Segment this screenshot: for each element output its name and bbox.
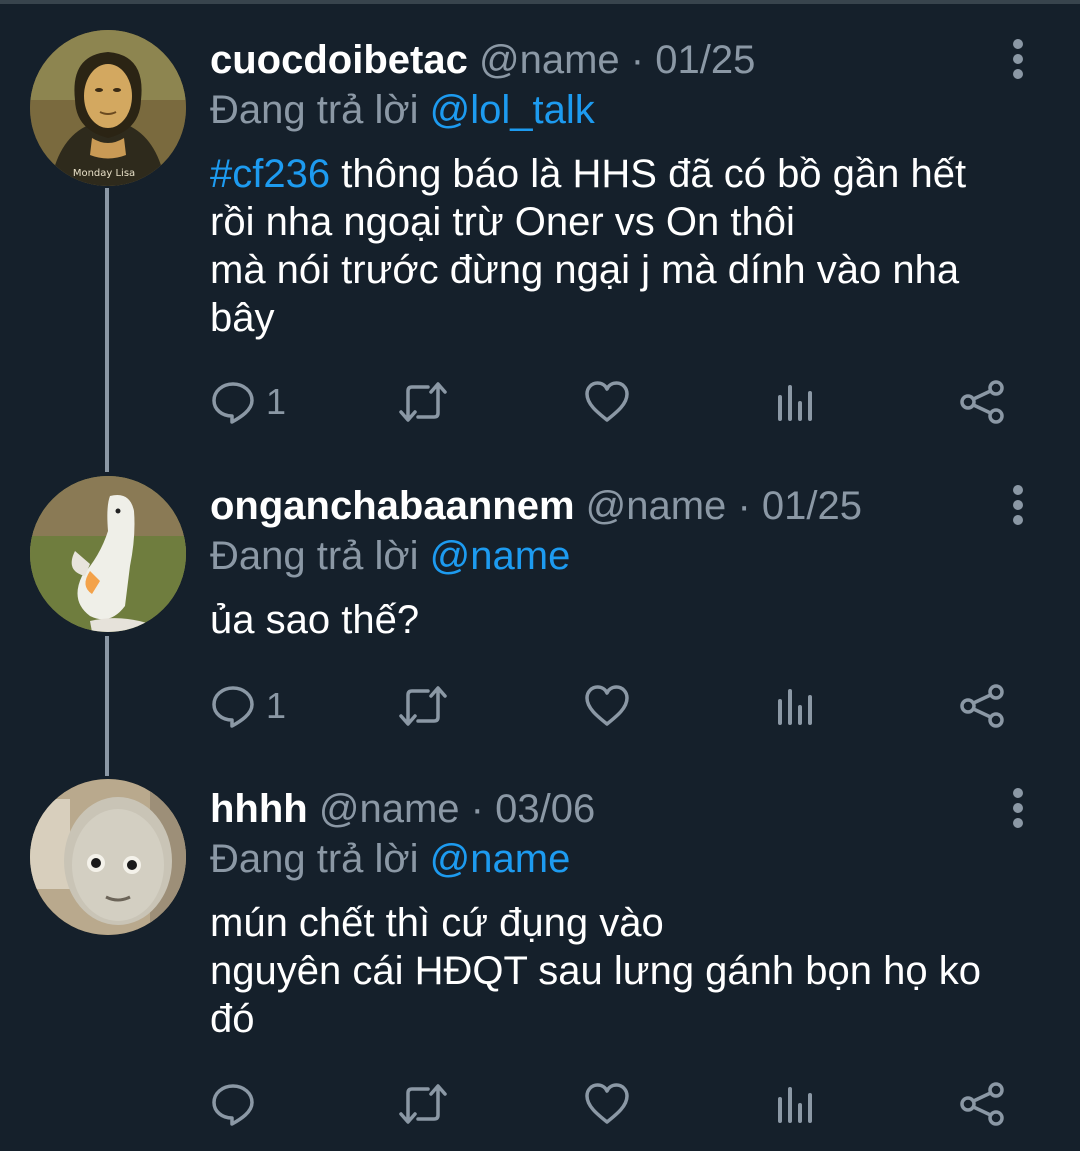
vertical-ellipsis-icon — [1013, 788, 1023, 798]
retweet-arrows-icon — [399, 686, 447, 726]
replying-to: Đang trả lời @name — [210, 528, 570, 584]
retweet-button[interactable] — [398, 1074, 448, 1134]
views-button[interactable] — [772, 372, 818, 432]
action-bar — [210, 1074, 1030, 1134]
views-button[interactable] — [772, 1074, 818, 1134]
tweet-header: onganchabaannem @name · 01/25 — [210, 476, 862, 536]
tweet-text-line: bây — [210, 296, 275, 340]
avatar-caption: Monday Lisa — [73, 168, 135, 179]
tweet-text-line: mà nói trước đừng ngại j mà dính vào nha — [210, 248, 960, 292]
tweet-text: mún chết thì cứ đụng vào nguyên cái HĐQT… — [210, 899, 1030, 1043]
avatar[interactable]: Monday Lisa — [30, 30, 186, 186]
replying-to-label: Đang trả lời — [210, 534, 419, 578]
like-button[interactable] — [584, 676, 630, 736]
avatar-image — [30, 779, 186, 935]
avatar[interactable] — [30, 476, 186, 632]
tweet-text-line: mún chết thì cứ đụng vào — [210, 901, 664, 945]
tweet-text-line: #cf236 thông báo là HHS đã có bồ gần hết — [210, 150, 1030, 198]
meta-separator: · — [737, 484, 751, 528]
handle[interactable]: @name — [586, 484, 727, 528]
action-bar: 1 — [210, 372, 1030, 432]
meta-separator: · — [630, 38, 645, 82]
reply-button[interactable] — [210, 1074, 266, 1134]
retweet-button[interactable] — [398, 372, 448, 432]
tweet-text-line: rồi nha ngoại trừ Oner vs On thôi — [210, 200, 795, 244]
tweet-text-line: nguyên cái HĐQT sau lưng gánh bọn họ ko — [210, 949, 981, 993]
avatar-image: Monday Lisa — [30, 30, 186, 186]
reply-count: 1 — [266, 381, 287, 422]
replying-to-mention[interactable]: @lol_talk — [430, 88, 595, 132]
more-options-button[interactable] — [1000, 785, 1036, 833]
speech-bubble-icon — [212, 1084, 254, 1126]
heart-icon — [585, 685, 629, 726]
tweet-date[interactable]: 01/25 — [762, 484, 862, 528]
tweet-text: #cf236 thông báo là HHS đã có bồ gần hết… — [210, 150, 1030, 342]
more-options-button[interactable] — [1000, 482, 1036, 530]
retweet-arrows-icon — [399, 1084, 447, 1124]
retweet-button[interactable] — [398, 676, 448, 736]
reply-button[interactable]: 1 — [210, 372, 286, 432]
tweet-date[interactable]: 01/25 — [655, 38, 755, 82]
tweet-header: cuocdoibetac @name · 01/25 — [210, 30, 755, 90]
handle[interactable]: @name — [319, 787, 460, 831]
like-button[interactable] — [584, 372, 630, 432]
heart-icon — [585, 381, 629, 422]
top-divider — [0, 0, 1080, 4]
avatar[interactable] — [30, 779, 186, 935]
username[interactable]: cuocdoibetac — [210, 38, 468, 82]
vertical-ellipsis-icon — [1013, 39, 1023, 49]
replying-to-label: Đang trả lời — [210, 88, 419, 132]
vertical-ellipsis-icon — [1013, 485, 1023, 495]
reply-count: 1 — [266, 685, 287, 726]
hashtag-link[interactable]: #cf236 — [210, 152, 330, 196]
heart-icon — [585, 1083, 629, 1124]
bar-chart-icon — [778, 385, 812, 421]
username[interactable]: onganchabaannem — [210, 484, 575, 528]
reply-button[interactable]: 1 — [210, 676, 286, 736]
meta-separator: · — [470, 787, 484, 831]
share-button[interactable] — [958, 676, 1008, 736]
share-nodes-icon — [960, 380, 1004, 424]
tweet-text-line: ủa sao thế? — [210, 598, 420, 642]
replying-to: Đang trả lời @lol_talk — [210, 82, 595, 138]
speech-bubble-icon — [212, 382, 254, 424]
views-button[interactable] — [772, 676, 818, 736]
username[interactable]: hhhh — [210, 787, 308, 831]
thread-connector — [105, 636, 109, 776]
tweet-text-segment: thông báo là HHS đã có bồ gần hết — [330, 152, 967, 196]
bar-chart-icon — [778, 1087, 812, 1123]
speech-bubble-icon — [212, 686, 254, 728]
tweet-date[interactable]: 03/06 — [495, 787, 595, 831]
tweet-header: hhhh @name · 03/06 — [210, 779, 595, 839]
share-nodes-icon — [960, 684, 1004, 728]
replying-to-label: Đang trả lời — [210, 837, 419, 881]
bar-chart-icon — [778, 689, 812, 725]
tweet-text-line: đó — [210, 997, 255, 1041]
share-button[interactable] — [958, 1074, 1008, 1134]
more-options-button[interactable] — [1000, 36, 1036, 84]
share-nodes-icon — [960, 1082, 1004, 1126]
avatar-image — [30, 476, 186, 632]
tweet-text: ủa sao thế? — [210, 596, 1030, 644]
handle[interactable]: @name — [479, 38, 620, 82]
action-bar: 1 — [210, 676, 1030, 736]
replying-to: Đang trả lời @name — [210, 831, 570, 887]
like-button[interactable] — [584, 1074, 630, 1134]
replying-to-mention[interactable]: @name — [430, 534, 571, 578]
replying-to-mention[interactable]: @name — [430, 837, 571, 881]
retweet-arrows-icon — [399, 382, 447, 422]
thread-connector — [105, 188, 109, 472]
share-button[interactable] — [958, 372, 1008, 432]
